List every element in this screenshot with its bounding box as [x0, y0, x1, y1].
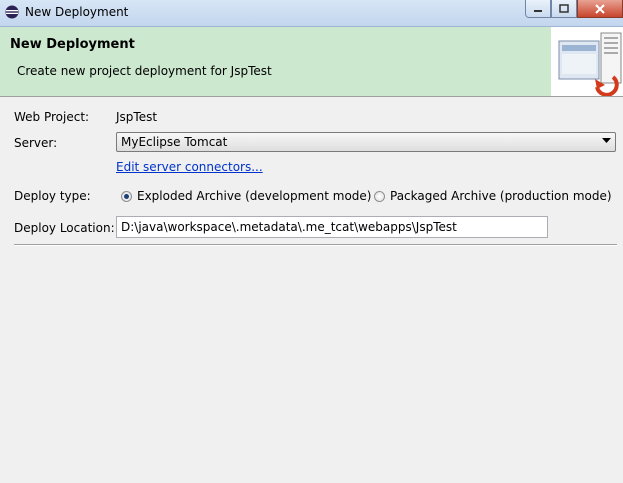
wizard-header: New Deployment Create new project deploy… — [0, 27, 623, 97]
web-project-label: Web Project: — [14, 110, 90, 124]
edit-server-connectors-link[interactable]: Edit server connectors... — [116, 160, 263, 174]
web-project-value: JspTest — [116, 110, 158, 124]
server-label: Server: — [14, 136, 58, 150]
packaged-archive-radio[interactable] — [374, 191, 385, 202]
deployment-form: Web Project: JspTest Server: MyEclipse T… — [0, 97, 623, 483]
server-select-value: MyEclipse Tomcat — [121, 135, 228, 149]
server-select[interactable]: MyEclipse Tomcat — [116, 132, 616, 152]
wizard-description: Create new project deployment for JspTes… — [17, 64, 272, 78]
eclipse-icon — [5, 5, 19, 19]
wizard-title: New Deployment — [10, 37, 135, 52]
chevron-down-icon — [602, 138, 611, 143]
radio-selected-dot — [124, 194, 129, 199]
title-bar[interactable]: New Deployment — [0, 0, 623, 27]
minimize-button[interactable] — [525, 0, 551, 18]
minimize-icon — [534, 9, 542, 12]
window-title: New Deployment — [25, 5, 129, 19]
exploded-archive-label[interactable]: Exploded Archive (development mode) — [137, 189, 372, 203]
close-icon — [595, 3, 605, 14]
packaged-archive-label[interactable]: Packaged Archive (production mode) — [390, 189, 612, 203]
maximize-button[interactable] — [551, 0, 577, 18]
deploy-location-label: Deploy Location: — [14, 221, 115, 235]
close-button[interactable] — [577, 0, 623, 18]
deployment-wizard-icon — [551, 27, 623, 96]
deploy-type-label: Deploy type: — [14, 189, 91, 203]
exploded-archive-radio[interactable] — [121, 191, 132, 202]
separator — [14, 244, 617, 246]
deploy-location-input[interactable] — [116, 216, 548, 238]
maximize-icon — [559, 4, 569, 13]
